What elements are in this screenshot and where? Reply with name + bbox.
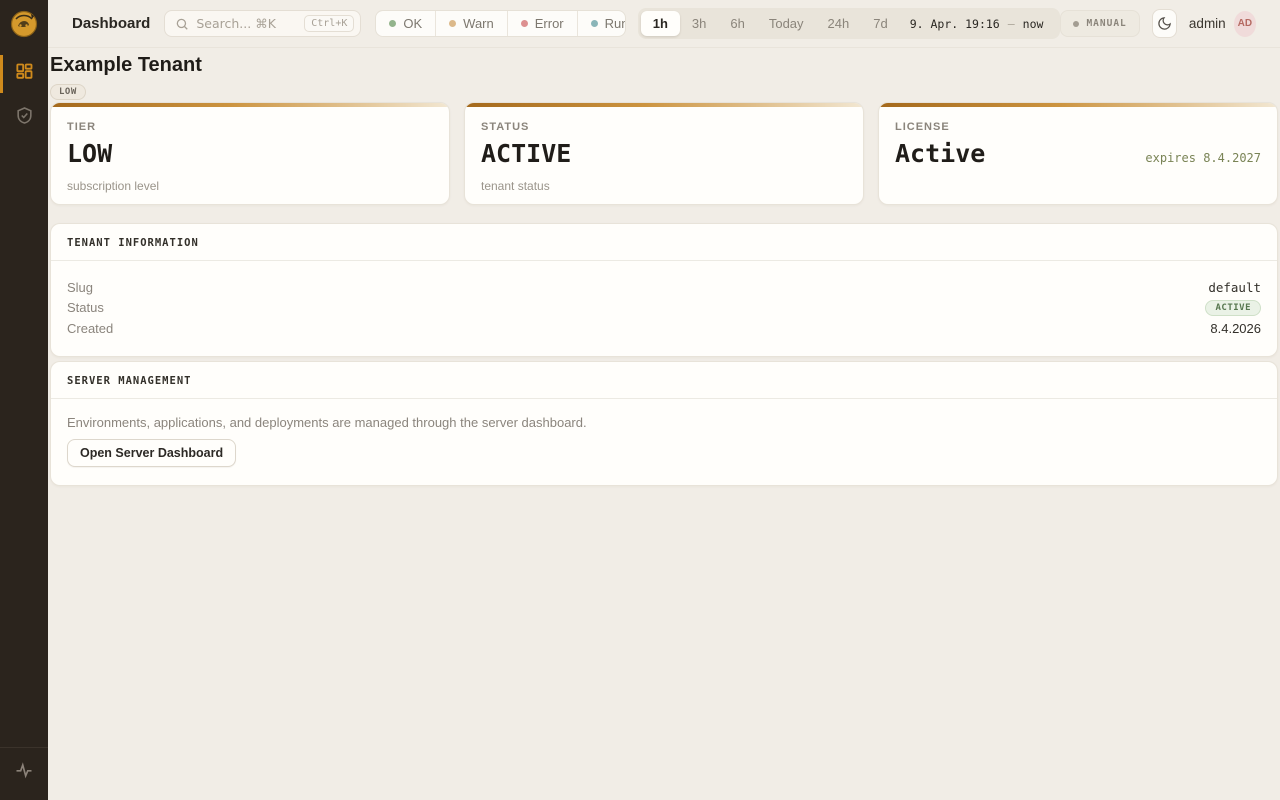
manual-label: MANUAL: [1086, 18, 1126, 29]
main-column: Dashboard Ctrl+K OK Warn: [48, 0, 1280, 800]
created-value: 8.4.2026: [1210, 321, 1261, 336]
status-label: Status: [67, 300, 104, 315]
search-input[interactable]: [196, 16, 297, 31]
search-icon: [175, 17, 189, 31]
manual-status-dot: [1073, 21, 1079, 27]
status-card-value: ACTIVE: [481, 140, 571, 168]
search-box[interactable]: Ctrl+K: [164, 10, 361, 37]
ok-status-dot: [389, 20, 396, 27]
status-card-subtitle: tenant status: [481, 179, 847, 193]
time-separator: —: [1008, 17, 1015, 31]
filter-running-button[interactable]: Running: [577, 11, 626, 36]
time-range-6h[interactable]: 6h: [718, 11, 756, 36]
status-card: STATUS ACTIVE tenant status: [464, 102, 864, 205]
server-management-title: SERVER MANAGEMENT: [51, 362, 1277, 399]
shield-check-icon: [15, 106, 34, 130]
time-range-display: 9. Apr. 19:16 — now: [900, 17, 1058, 31]
running-status-dot: [591, 20, 598, 27]
dark-mode-toggle[interactable]: [1152, 9, 1177, 38]
app-logo[interactable]: [10, 10, 38, 38]
tier-card-value: LOW: [67, 140, 112, 168]
server-management-panel: SERVER MANAGEMENT Environments, applicat…: [50, 361, 1278, 486]
sidebar-item-dashboard[interactable]: [0, 52, 48, 96]
sidebar-item-security[interactable]: [0, 96, 48, 140]
time-to: now: [1023, 17, 1044, 31]
manual-refresh-button[interactable]: MANUAL: [1060, 10, 1139, 37]
status-card-label: STATUS: [481, 121, 847, 133]
license-expiry-note: expires 8.4.2027: [1145, 144, 1261, 172]
filter-error-label: Error: [535, 16, 564, 31]
time-range-group: 1h 3h 6h Today 24h 7d 9. Apr. 19:16 — no…: [638, 8, 1061, 39]
open-server-dashboard-button[interactable]: Open Server Dashboard: [67, 439, 236, 467]
sidebar: [0, 0, 48, 800]
info-row-created: Created 8.4.2026: [67, 318, 1261, 338]
page-content: Example Tenant LOW TIER LOW subscription…: [48, 48, 1280, 800]
moon-icon: [1157, 16, 1172, 31]
slug-value: default: [1208, 280, 1261, 295]
user-avatar[interactable]: AD: [1234, 11, 1256, 37]
username: admin: [1189, 16, 1226, 31]
license-card-label: LICENSE: [895, 121, 1261, 133]
time-from: 9. Apr. 19:16: [910, 17, 1000, 31]
info-row-status: Status ACTIVE: [67, 297, 1261, 318]
filter-warn-label: Warn: [463, 16, 494, 31]
filter-running-label: Running: [605, 16, 626, 31]
tenant-info-title: TENANT INFORMATION: [51, 224, 1277, 261]
tenant-info-panel: TENANT INFORMATION Slug default Status A…: [50, 223, 1278, 357]
status-filter-group: OK Warn Error Running: [375, 10, 625, 37]
dashboard-grid-icon: [14, 62, 34, 87]
warn-status-dot: [449, 20, 456, 27]
search-shortcut-kbd: Ctrl+K: [304, 15, 354, 32]
sidebar-item-activity[interactable]: [0, 754, 48, 790]
time-range-7d[interactable]: 7d: [861, 11, 899, 36]
topbar: Dashboard Ctrl+K OK Warn: [48, 0, 1280, 48]
filter-ok-label: OK: [403, 16, 422, 31]
sidebar-footer: [0, 747, 48, 800]
app-root: Dashboard Ctrl+K OK Warn: [0, 0, 1280, 800]
nav-title: Dashboard: [72, 15, 150, 32]
license-card: LICENSE Active expires 8.4.2027: [878, 102, 1278, 205]
stat-cards: TIER LOW subscription level STATUS ACTIV…: [50, 102, 1278, 205]
tier-card-label: TIER: [67, 121, 433, 133]
filter-warn-button[interactable]: Warn: [435, 11, 507, 36]
server-management-description: Environments, applications, and deployme…: [67, 415, 1261, 430]
logo-icon: [10, 10, 38, 38]
created-label: Created: [67, 321, 113, 336]
time-range-1h[interactable]: 1h: [641, 11, 680, 36]
time-range-3h[interactable]: 3h: [680, 11, 718, 36]
license-card-value: Active: [895, 140, 985, 168]
filter-error-button[interactable]: Error: [507, 11, 577, 36]
tier-card: TIER LOW subscription level: [50, 102, 450, 205]
slug-label: Slug: [67, 280, 93, 295]
active-indicator: [0, 55, 3, 93]
error-status-dot: [521, 20, 528, 27]
info-row-slug: Slug default: [67, 277, 1261, 297]
status-badge: ACTIVE: [1205, 300, 1261, 316]
time-range-24h[interactable]: 24h: [816, 11, 862, 36]
tier-card-subtitle: subscription level: [67, 179, 433, 193]
pulse-icon: [14, 760, 34, 785]
page-title: Example Tenant: [50, 52, 1278, 78]
tier-badge: LOW: [50, 84, 86, 100]
filter-ok-button[interactable]: OK: [376, 11, 435, 36]
sidebar-nav: [0, 52, 48, 140]
time-range-today[interactable]: Today: [757, 11, 816, 36]
